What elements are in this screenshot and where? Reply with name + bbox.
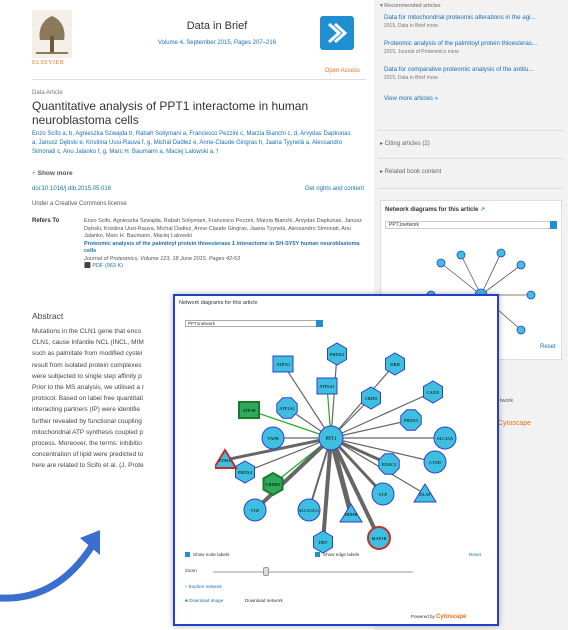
abstract-heading: Abstract — [32, 311, 64, 321]
abstract-line: CLN1, cause Infantile NCL (INCL, MIM — [32, 339, 144, 347]
divider — [378, 188, 564, 189]
network-node-label: ATP5B — [242, 408, 255, 413]
network-node-label: HDHB — [345, 512, 358, 517]
zoom-slider-handle[interactable] — [263, 567, 269, 576]
network-node-label: CRMP2 — [266, 482, 281, 487]
network-node-label: SLC25A — [437, 436, 454, 441]
network-node-label: DBH — [390, 362, 400, 367]
abstract-line: concentration of lipid were predicted to — [32, 451, 144, 459]
network-select[interactable]: PPT1network — [385, 221, 557, 229]
network-edge — [244, 437, 332, 473]
network-node-label: VCP — [379, 492, 388, 497]
abstract-line: were subjected to single step affinity p — [32, 372, 142, 380]
abstract-line: protocol. Based on label free quantitati — [32, 395, 143, 403]
recommended-item[interactable]: Data for comparative proteomic analysis … — [384, 66, 562, 81]
abstract-line: Mutations in the CLN1 gene that enco — [32, 328, 142, 335]
journal-volume[interactable]: Volume 4, September 2015, Pages 207–216 — [110, 40, 324, 46]
recommended-item[interactable]: Proteomic analysis of the palmitoyl prot… — [384, 40, 562, 55]
pdf-link[interactable]: ⬛ PDF (963 K) — [84, 263, 362, 271]
publisher-name: ELSEVIER — [32, 60, 65, 66]
refers-title-link[interactable]: Proteomic analysis of the palmitoyl prot… — [84, 241, 362, 256]
abstract-text: Mutations in the CLN1 gene that enco CLN… — [32, 326, 180, 472]
refers-to-label: Refers To — [32, 218, 60, 224]
network-node-label: PRDX5 — [404, 418, 419, 423]
network-node-label: PRDX4 — [238, 470, 253, 475]
zoom-label: Zoom — [185, 568, 197, 573]
download-image-link[interactable]: ■ Download image — [185, 598, 223, 603]
article-title: Quantitative analysis of PPT1 interactom… — [32, 99, 309, 127]
elsevier-logo — [32, 10, 72, 58]
network-node-label: DBT — [319, 540, 328, 545]
journal-title[interactable]: Data in Brief — [122, 20, 312, 32]
divider — [378, 158, 564, 159]
abstract-line: Prior to the MS analysis, we utilised a … — [32, 384, 144, 392]
author-list[interactable]: Enzo Scifo a, b, Agnieszka Szwajda b, Ra… — [32, 130, 352, 157]
network-label: twork — [500, 398, 514, 404]
recommended-heading[interactable]: ▾ Recommended articles — [380, 3, 441, 9]
network-node-label: DLAT — [419, 492, 431, 497]
abstract-line: result from isolated protein complexes — [32, 361, 142, 369]
network-node-label: VGF — [250, 508, 259, 513]
abstract-line: further revealed by functional coupling — [32, 417, 142, 425]
abstract-line: such as palmitate from modified cystei — [32, 350, 143, 358]
abstract-line: mitochondrial ATP synthesis coupled p — [32, 428, 144, 436]
network-node-label: EDAC2 — [382, 462, 397, 467]
network-node-label: ATP5O — [276, 362, 290, 367]
journal-cover-icon — [320, 16, 354, 50]
network-edge — [330, 353, 338, 439]
explore-network-link[interactable]: ⌕ Explore network — [185, 584, 222, 589]
network-node-label: VAPB — [267, 436, 278, 441]
download-network-link[interactable]: Download network — [245, 598, 283, 603]
chevron-down-icon — [550, 221, 557, 229]
journal-header: ELSEVIER Data in Brief Volume 4, Septemb… — [32, 6, 366, 80]
network-node-label: PRDX2 — [330, 352, 344, 357]
cytoscape-credit: Powered by Cytoscape — [411, 614, 467, 620]
show-more-button[interactable]: + Show more — [32, 170, 73, 177]
open-access-label: Open Access — [324, 68, 360, 74]
refers-authors: Enzo Scifo, Agnieszka Szwajda, Rabah Sol… — [84, 218, 362, 239]
checkbox-icon — [315, 552, 320, 558]
network-node-label: CANX — [427, 390, 441, 395]
reset-button[interactable]: Reset — [540, 344, 556, 350]
abstract-line: process. Moreover, the terms: inhibitio — [32, 440, 142, 448]
network-popup: Network diagrams for this article PPT1ne… — [173, 294, 499, 626]
network-node-label: PPT1 — [325, 437, 337, 442]
network-node-label: ATP1A1 — [279, 406, 295, 411]
abstract-line: here are related to Scifo et al. (J. Pro… — [32, 462, 144, 470]
network-edge — [329, 437, 381, 539]
network-node-label: CTSD — [429, 460, 441, 465]
network-node-label: SLC25A11 — [299, 508, 319, 513]
view-more-articles-link[interactable]: View more articles » — [384, 96, 438, 102]
network-node-label: ATP5A1 — [319, 384, 335, 389]
network-node-label: FDHA — [219, 458, 232, 463]
article-type: Data Article — [32, 90, 63, 96]
popup-reset-button[interactable]: Reset — [469, 552, 481, 557]
license-text: Under a Creative Commons license — [32, 201, 127, 207]
checkbox-icon — [185, 552, 190, 558]
zoom-slider-track[interactable] — [213, 571, 413, 573]
network-node-label: CRIP2 — [365, 396, 377, 401]
recommended-item[interactable]: Data for mitochondrial proteomic alterat… — [384, 14, 562, 29]
refers-journal: Journal of Proteomics, Volume 123, 18 Ju… — [84, 255, 241, 262]
cytoscape-logo: Cytoscape — [498, 420, 532, 427]
refers-to-block: Enzo Scifo, Agnieszka Szwajda, Rabah Sol… — [84, 218, 362, 271]
rights-link[interactable]: Get rights and content — [305, 186, 364, 192]
divider — [378, 130, 564, 131]
popup-title: Network diagrams for this article — [179, 300, 258, 306]
related-book-toggle[interactable]: ▸ Related book content — [380, 168, 441, 175]
doi-link[interactable]: doi:10.1016/j.dib.2015.05.016 — [32, 186, 111, 192]
abstract-line: interacting partners (IP) were identifie — [32, 406, 141, 414]
network-node-label: MAP1B — [371, 536, 386, 541]
cytoscape-logo: Cytoscape — [436, 614, 467, 620]
show-edge-labels-checkbox[interactable]: Show edge labels — [315, 552, 359, 558]
citing-articles-toggle[interactable]: ▸ Citing articles (2) — [380, 140, 430, 147]
network-graph[interactable]: PPT1 ATP5O PRDX2 DBH ATP5A1 CRIP2 CANX ATP5B ATP… — [215, 326, 475, 556]
show-node-labels-checkbox[interactable]: Show node labels — [185, 552, 229, 558]
network-title: Network diagrams for this article ↗ — [385, 207, 486, 213]
external-link-icon[interactable]: ↗ — [480, 207, 485, 213]
